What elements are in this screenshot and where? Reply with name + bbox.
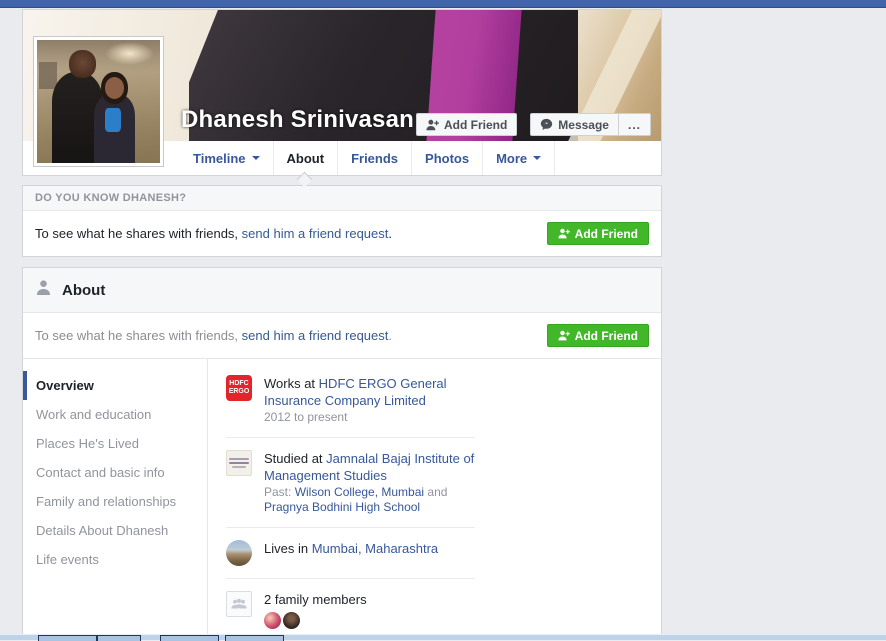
city-prefix: Lives in (264, 541, 312, 556)
sidebar-item-contact-basic-info[interactable]: Contact and basic info (23, 458, 207, 487)
tab-about-label: About (287, 151, 325, 166)
add-friend-green-label: Add Friend (575, 329, 638, 343)
about-friend-request-row: To see what he shares with friends, send… (23, 313, 661, 359)
message-button[interactable]: Message (530, 113, 619, 136)
cover-card: Dhanesh Srinivasan Add Friend (22, 9, 662, 176)
photo-woman-head (105, 77, 125, 99)
person-silhouette-icon (35, 279, 52, 301)
add-friend-label: Add Friend (444, 118, 507, 132)
family-avatars (264, 612, 475, 629)
friend-request-message: To see what he shares with friends, send… (35, 226, 392, 241)
past-school-link-1[interactable]: Wilson College, Mumbai (295, 485, 424, 499)
family-entry-text: 2 family members (264, 591, 475, 629)
profile-picture-photo (37, 40, 160, 163)
sidebar-item-family-relationships[interactable]: Family and relationships (23, 487, 207, 516)
education-prefix: Studied at (264, 451, 326, 466)
message-label: Message (558, 118, 609, 132)
education-entry: Studied at Jamnalal Bajaj Institute of M… (226, 438, 475, 528)
about-overview-content: HDFC ERGO Works at HDFC ERGO General Ins… (208, 359, 661, 636)
city-entry: Lives in Mumbai, Maharashtra (226, 528, 475, 579)
friend-request-row: To see what he shares with friends, send… (23, 211, 661, 256)
ellipsis-icon: ... (628, 120, 641, 130)
taskbar-button[interactable] (225, 635, 284, 641)
add-friend-button[interactable]: Add Friend (416, 113, 517, 136)
photo-man-head (69, 50, 96, 78)
about-title: About (62, 282, 105, 299)
more-options-button[interactable]: ... (619, 113, 651, 136)
add-friend-button-green[interactable]: Add Friend (547, 222, 649, 245)
friend-request-text: To see what he shares with friends, (35, 226, 242, 241)
tab-timeline[interactable]: Timeline (180, 141, 273, 175)
sidebar-item-overview[interactable]: Overview (23, 371, 207, 400)
tab-photos[interactable]: Photos (411, 141, 482, 175)
tab-about[interactable]: About (273, 141, 338, 175)
tab-friends[interactable]: Friends (337, 141, 411, 175)
windows-taskbar-sliver (0, 634, 886, 640)
about-friend-request-period: . (388, 328, 392, 343)
person-add-icon (558, 330, 570, 341)
hdfc-logo-line2: ERGO (226, 388, 252, 396)
profile-picture[interactable] (33, 36, 164, 167)
family-icon (226, 591, 252, 617)
add-friend-button-green[interactable]: Add Friend (547, 324, 649, 347)
send-friend-request-link[interactable]: send him a friend request (242, 226, 389, 241)
cover-action-buttons: Add Friend Message ... (416, 113, 651, 136)
family-entry: 2 family members (226, 579, 475, 636)
education-past-prefix: Past: (264, 485, 295, 499)
tab-more-label: More (496, 151, 527, 166)
taskbar-button[interactable] (160, 635, 219, 641)
taskbar-button[interactable] (97, 635, 141, 641)
family-member-avatar[interactable] (264, 612, 281, 629)
profile-page-column: Dhanesh Srinivasan Add Friend (22, 9, 662, 636)
add-friend-green-label: Add Friend (575, 227, 638, 241)
sidebar-item-places-lived[interactable]: Places He's Lived (23, 429, 207, 458)
about-sidebar: Overview Work and education Places He's … (23, 359, 208, 636)
hdfc-logo-line1: HDFC (226, 380, 252, 388)
work-entry: HDFC ERGO Works at HDFC ERGO General Ins… (226, 363, 475, 438)
person-add-icon (426, 119, 439, 131)
sidebar-item-work-education[interactable]: Work and education (23, 400, 207, 429)
do-you-know-header: DO YOU KNOW DHANESH? (23, 186, 661, 211)
about-section-header: About (23, 268, 661, 313)
chevron-down-icon (533, 156, 541, 160)
friend-request-period: . (388, 226, 392, 241)
profile-name[interactable]: Dhanesh Srinivasan (181, 106, 414, 134)
city-link[interactable]: Mumbai, Maharashtra (312, 541, 438, 556)
tab-more[interactable]: More (482, 141, 555, 175)
about-body: Overview Work and education Places He's … (23, 359, 661, 636)
photo-light (105, 42, 154, 64)
facebook-top-bar (0, 0, 886, 8)
sidebar-item-life-events[interactable]: Life events (23, 545, 207, 574)
tab-friends-label: Friends (351, 151, 398, 166)
education-past: Past: Wilson College, Mumbai and Pragnya… (264, 485, 475, 515)
past-school-link-2[interactable]: Pragnya Bodhini High School (264, 500, 420, 514)
photo-woman-top (105, 108, 121, 133)
person-add-icon (558, 228, 570, 239)
sidebar-item-details-about[interactable]: Details About Dhanesh (23, 516, 207, 545)
about-friend-request-text: To see what he shares with friends, (35, 328, 242, 343)
work-prefix: Works at (264, 376, 319, 391)
tab-photos-label: Photos (425, 151, 469, 166)
photo-wall-art (39, 62, 56, 89)
family-members-label: 2 family members (264, 592, 367, 607)
tab-timeline-label: Timeline (193, 151, 246, 166)
city-entry-text: Lives in Mumbai, Maharashtra (264, 540, 475, 566)
hdfc-ergo-logo[interactable]: HDFC ERGO (226, 375, 252, 401)
do-you-know-card: DO YOU KNOW DHANESH? To see what he shar… (22, 185, 662, 257)
education-entry-text: Studied at Jamnalal Bajaj Institute of M… (264, 450, 475, 515)
message-icon (540, 118, 553, 131)
work-period: 2012 to present (264, 410, 475, 425)
about-card: About To see what he shares with friends… (22, 267, 662, 636)
city-photo-icon[interactable] (226, 540, 252, 566)
work-entry-text: Works at HDFC ERGO General Insurance Com… (264, 375, 475, 425)
about-friend-request-message: To see what he shares with friends, send… (35, 328, 392, 343)
jamnalal-bajaj-logo[interactable] (226, 450, 252, 476)
chevron-down-icon (252, 156, 260, 160)
send-friend-request-link[interactable]: send him a friend request (242, 328, 389, 343)
taskbar-button[interactable] (38, 635, 97, 641)
education-past-mid: and (424, 485, 447, 499)
family-member-avatar[interactable] (283, 612, 300, 629)
